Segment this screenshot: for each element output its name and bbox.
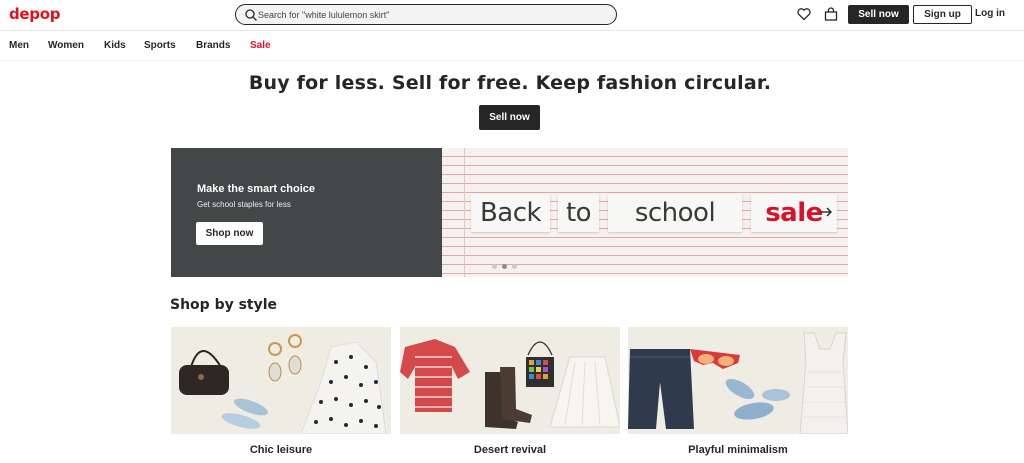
banner-word-school: school: [608, 194, 742, 232]
search-bar[interactable]: [235, 4, 617, 25]
search-icon: [245, 9, 257, 21]
bag-icon[interactable]: [823, 6, 839, 22]
nav-item-sale[interactable]: Sale: [250, 40, 271, 51]
style-tile-chic-leisure[interactable]: [171, 327, 391, 434]
carousel-dots: [492, 264, 517, 269]
chevron-right-icon[interactable]: [818, 204, 834, 220]
denim-shorts: [628, 349, 694, 429]
tile-label-chic-leisure[interactable]: Chic leisure: [171, 444, 391, 456]
nav-item-women[interactable]: Women: [48, 40, 84, 51]
nav-item-brands[interactable]: Brands: [196, 40, 230, 51]
depop-logo[interactable]: depop: [9, 5, 61, 23]
banner-subtitle: Get school staples for less: [197, 200, 291, 209]
hero-headline: Buy for less. Sell for free. Keep fashio…: [248, 72, 772, 94]
promo-banner-panel: Make the smart choice Get school staples…: [171, 148, 442, 277]
sign-up-button[interactable]: Sign up: [913, 5, 972, 24]
tile-label-desert-revival[interactable]: Desert revival: [400, 444, 620, 456]
shop-by-style-heading: Shop by style: [170, 297, 278, 313]
nav-item-men[interactable]: Men: [9, 40, 29, 51]
carousel-dot-active[interactable]: [502, 264, 507, 269]
carousel-dot[interactable]: [492, 264, 497, 269]
tile-label-playful-minimalism[interactable]: Playful minimalism: [628, 444, 848, 456]
earring: [288, 334, 302, 348]
bag-strap: [527, 341, 553, 356]
banner-title: Make the smart choice: [197, 183, 315, 195]
hero-sell-now-button[interactable]: Sell now: [479, 105, 540, 130]
log-in-link[interactable]: Log in: [975, 8, 1005, 19]
category-nav: Men Women Kids Sports Brands Sale: [0, 31, 1024, 61]
search-input[interactable]: [258, 7, 608, 22]
style-tile-desert-revival[interactable]: [400, 327, 620, 434]
chic-leisure-image: [179, 334, 387, 434]
red-striped-blouse: [400, 339, 470, 412]
nav-item-sports[interactable]: Sports: [144, 40, 176, 51]
top-header: depop Sell now Sign up Log in: [0, 0, 1024, 31]
carousel-dot[interactable]: [512, 264, 517, 269]
promo-banner-image[interactable]: Back to school sale: [442, 148, 848, 277]
paper-margin-line: [464, 148, 465, 277]
nav-item-kids[interactable]: Kids: [104, 40, 126, 51]
playful-minimalism-image: [628, 332, 848, 434]
shop-now-button[interactable]: Shop now: [196, 222, 263, 245]
handbag: [179, 365, 229, 395]
desert-revival-image: [400, 339, 620, 429]
earring: [268, 342, 282, 356]
heart-icon[interactable]: [796, 6, 812, 22]
blue-sandal: [725, 378, 755, 400]
sell-now-button[interactable]: Sell now: [848, 5, 909, 24]
banner-word-back: Back: [471, 194, 550, 232]
handbag-strap: [190, 350, 222, 368]
style-tile-playful-minimalism[interactable]: [628, 327, 848, 434]
banner-word-to: to: [558, 194, 599, 232]
polka-dot-dress: [300, 341, 387, 434]
earring-pearl: [268, 362, 282, 382]
white-tank-top: [799, 332, 848, 434]
